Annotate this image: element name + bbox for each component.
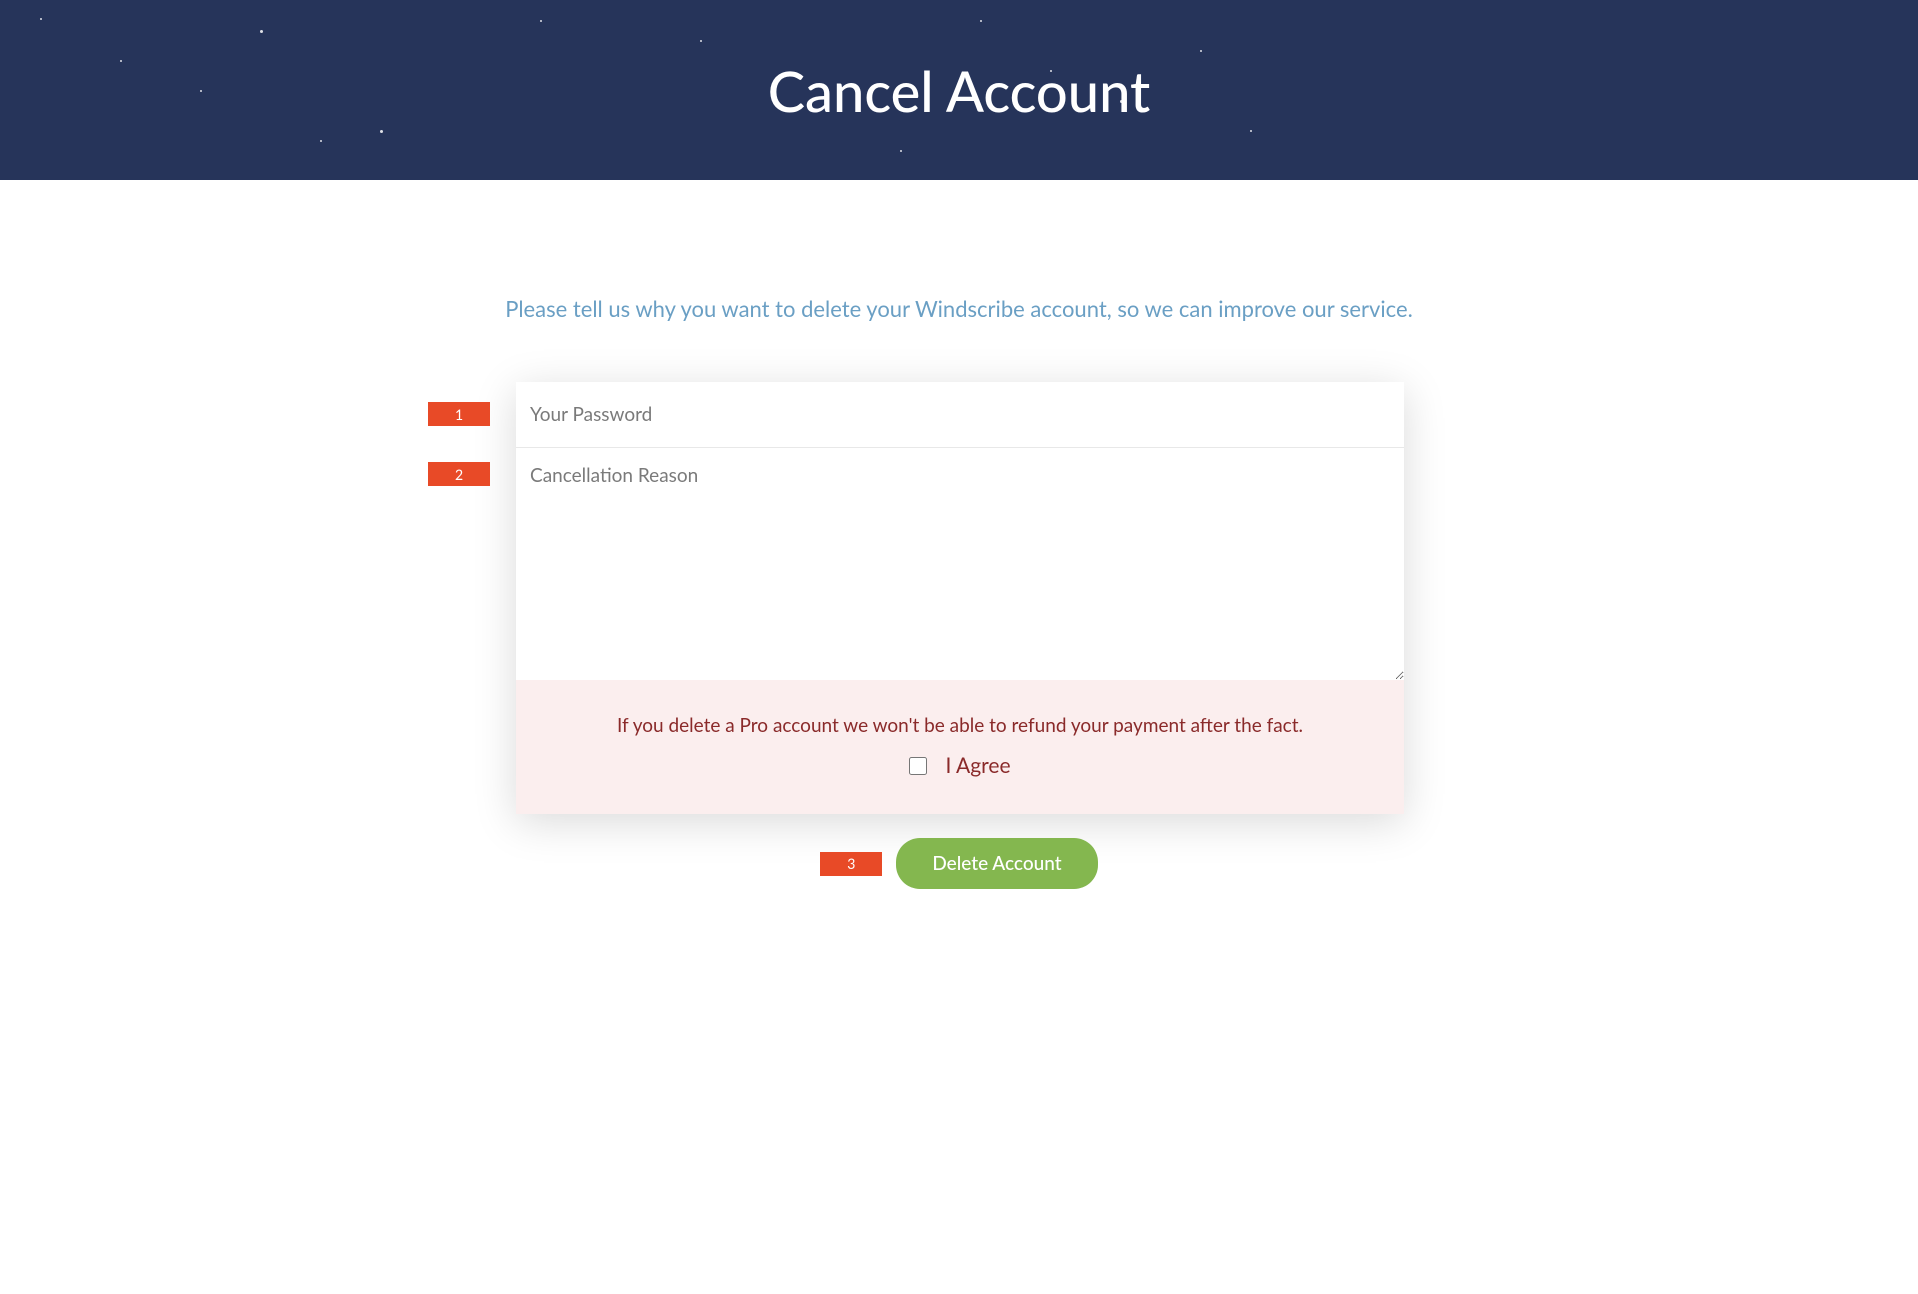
annotation-badge-2: 2 bbox=[428, 462, 490, 486]
page-subtitle: Please tell us why you want to delete yo… bbox=[308, 295, 1610, 322]
password-input[interactable] bbox=[516, 382, 1404, 448]
delete-account-button[interactable]: Delete Account bbox=[896, 838, 1097, 889]
annotation-badge-1: 1 bbox=[428, 402, 490, 426]
hero-banner: Cancel Account bbox=[0, 0, 1918, 180]
form-card: If you delete a Pro account we won't be … bbox=[516, 382, 1404, 814]
annotation-badge-3: 3 bbox=[820, 852, 882, 876]
agree-checkbox[interactable] bbox=[909, 757, 927, 775]
page-title: Cancel Account bbox=[768, 57, 1151, 124]
cancel-form: 1 2 If you delete a Pro account we won't… bbox=[308, 382, 1610, 889]
cancellation-reason-textarea[interactable] bbox=[516, 448, 1404, 680]
refund-warning-text: If you delete a Pro account we won't be … bbox=[536, 714, 1384, 737]
warning-panel: If you delete a Pro account we won't be … bbox=[516, 680, 1404, 814]
agree-label: I Agree bbox=[945, 753, 1010, 778]
